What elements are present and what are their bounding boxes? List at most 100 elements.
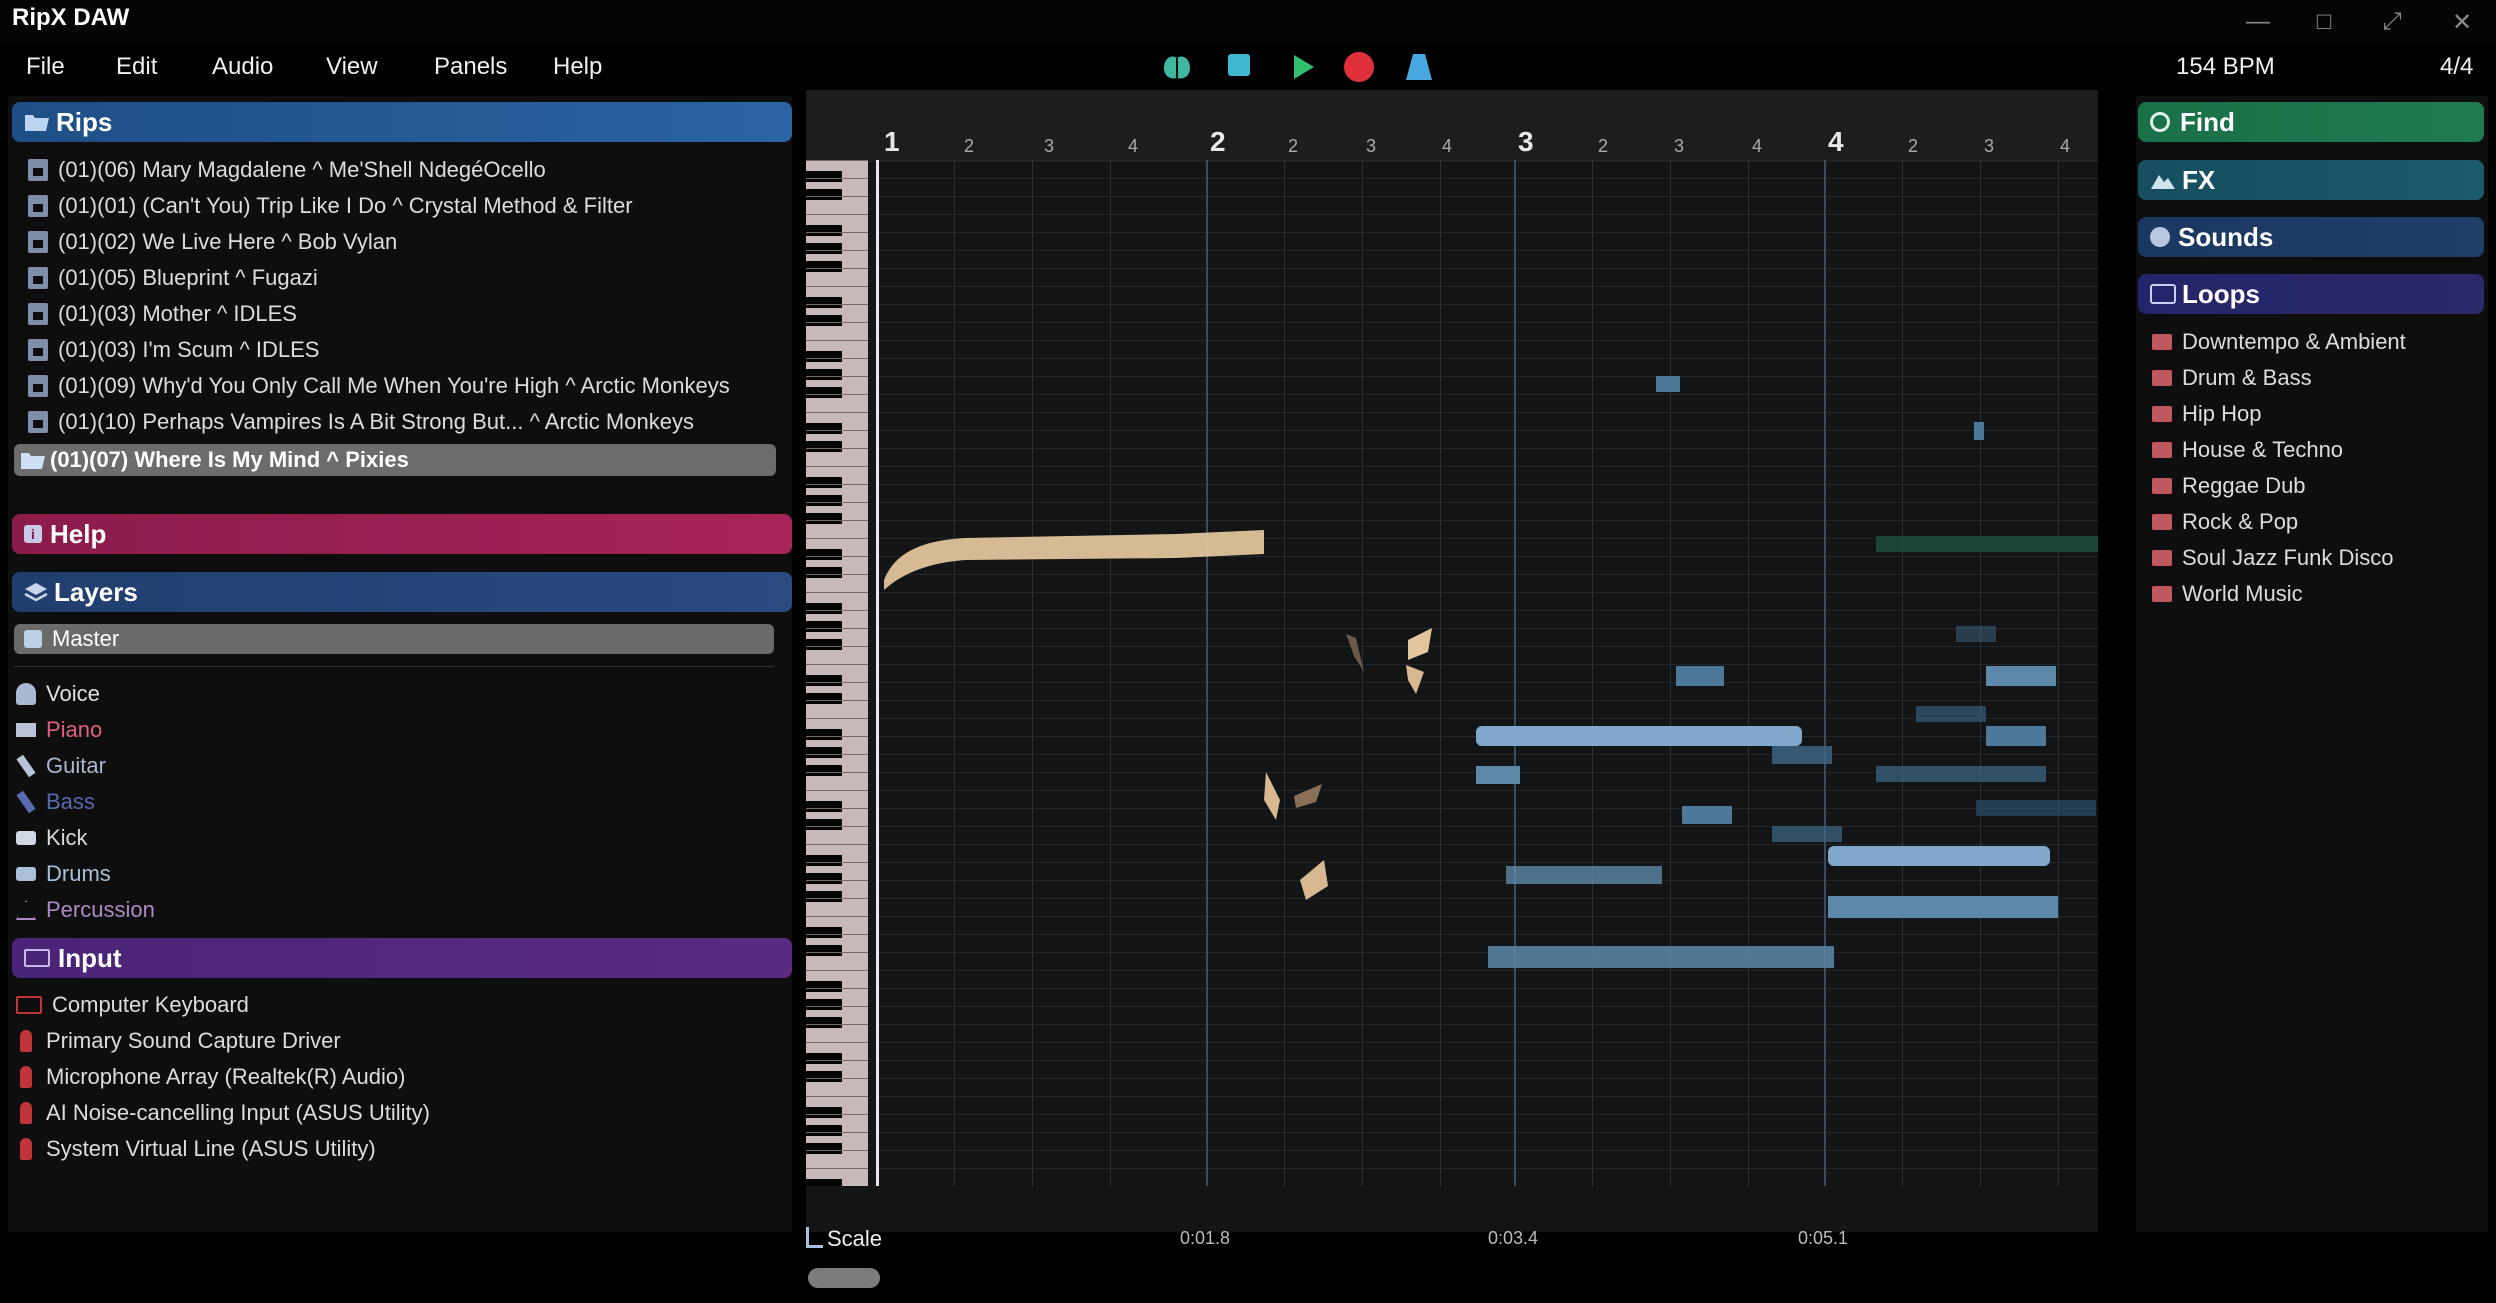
layers-title: Layers [54, 576, 138, 607]
black-key [806, 693, 842, 704]
folder-icon [2152, 550, 2172, 566]
loop-folder[interactable]: Downtempo & Ambient [2136, 324, 2486, 360]
divider [14, 666, 774, 667]
white-key-divider [806, 1114, 868, 1115]
layer-bass[interactable]: Bass [0, 784, 780, 820]
search-icon [2150, 112, 2170, 132]
menu-audio[interactable]: Audio [212, 53, 273, 81]
rip-item[interactable]: (01)(10) Perhaps Vampires Is A Bit Stron… [12, 404, 792, 440]
minimize-button[interactable]: — [2238, 8, 2278, 36]
pitch-row-line [876, 1132, 2098, 1133]
black-key [806, 171, 842, 182]
white-key-divider [806, 916, 868, 917]
loop-folder[interactable]: Drum & Bass [2136, 360, 2486, 396]
loops-header[interactable]: Loops [2138, 274, 2484, 314]
rip-brain-icon[interactable] [1160, 50, 1194, 84]
layers-header[interactable]: Layers [12, 572, 792, 612]
sounds-header[interactable]: Sounds [2138, 217, 2484, 257]
input-header[interactable]: Input [12, 938, 792, 978]
guitar-note [1772, 826, 1842, 842]
layer-percussion[interactable]: Percussion [0, 892, 780, 928]
metronome-icon[interactable] [1402, 50, 1436, 84]
white-key-divider [806, 898, 868, 899]
black-key [806, 927, 842, 938]
layer-voice[interactable]: Voice [0, 676, 780, 712]
scale-button[interactable]: Scale [806, 1226, 882, 1252]
help-header[interactable]: i Help [12, 514, 792, 554]
pitch-row-line [876, 970, 2098, 971]
beat-line [1032, 160, 1033, 1186]
rip-item[interactable]: (01)(09) Why'd You Only Call Me When You… [12, 368, 792, 404]
play-button[interactable] [1286, 50, 1320, 84]
kick-icon [16, 831, 36, 845]
pitch-row-line [876, 160, 2098, 161]
bar-number: 1 [884, 126, 900, 157]
loop-folder[interactable]: Reggae Dub [2136, 468, 2486, 504]
loop-folder[interactable]: Soul Jazz Funk Disco [2136, 540, 2486, 576]
beat-line [1670, 160, 1671, 1186]
stop-button[interactable] [1228, 54, 1250, 76]
palette-icon [2150, 227, 2170, 247]
black-key [806, 855, 842, 866]
loop-folder[interactable]: Hip Hop [2136, 396, 2486, 432]
bpm-display[interactable]: 154 BPM [2176, 53, 2275, 81]
pitch-row-line [876, 502, 2098, 503]
layer-piano[interactable]: Piano [0, 712, 780, 748]
menu-view[interactable]: View [326, 53, 378, 81]
input-item[interactable]: Computer Keyboard [0, 987, 780, 1023]
rip-item[interactable]: (01)(03) Mother ^ IDLES [12, 296, 792, 332]
beat-line [1362, 160, 1363, 1186]
rip-item[interactable]: (01)(02) We Live Here ^ Bob Vylan [12, 224, 792, 260]
close-button[interactable]: ✕ [2442, 8, 2482, 37]
fx-header[interactable]: FX [2138, 160, 2484, 200]
rip-item-selected[interactable]: (01)(07) Where Is My Mind ^ Pixies [14, 444, 776, 476]
maximize-button[interactable]: □ [2304, 8, 2344, 36]
white-key-divider [806, 466, 868, 467]
layer-kick[interactable]: Kick [0, 820, 780, 856]
menu-edit[interactable]: Edit [116, 53, 157, 81]
layer-drums[interactable]: Drums [0, 856, 780, 892]
pitch-row-line [876, 304, 2098, 305]
black-key [806, 1143, 842, 1154]
black-key [806, 297, 842, 308]
record-button[interactable] [1344, 52, 1374, 82]
beat-line [1110, 160, 1111, 1186]
note-grid[interactable] [876, 160, 2098, 1186]
rip-item[interactable]: (01)(03) I'm Scum ^ IDLES [12, 332, 792, 368]
input-item[interactable]: Primary Sound Capture Driver [0, 1023, 780, 1059]
loop-folder[interactable]: House & Techno [2136, 432, 2486, 468]
fullscreen-button[interactable]: ⤢ [2372, 8, 2412, 36]
piano-keyboard[interactable] [806, 160, 868, 1186]
menu-panels[interactable]: Panels [434, 53, 507, 81]
menu-help[interactable]: Help [553, 53, 602, 81]
rip-item[interactable]: (01)(01) (Can't You) Trip Like I Do ^ Cr… [12, 188, 792, 224]
horizontal-scrollbar[interactable] [808, 1268, 880, 1288]
master-layer[interactable]: Master [14, 624, 774, 654]
percussion-icon [16, 900, 36, 920]
voice-note [1300, 860, 1328, 900]
beat-number: 2 [1288, 136, 1299, 156]
time-signature[interactable]: 4/4 [2440, 53, 2473, 81]
input-item[interactable]: AI Noise-cancelling Input (ASUS Utility) [0, 1095, 780, 1131]
rip-item[interactable]: (01)(05) Blueprint ^ Fugazi [12, 260, 792, 296]
layer-guitar[interactable]: Guitar [0, 748, 780, 784]
guitar-note [1986, 666, 2056, 686]
bar-line [1824, 160, 1826, 1186]
find-header[interactable]: Find [2138, 102, 2484, 142]
rip-item[interactable]: (01)(06) Mary Magdalene ^ Me'Shell Ndegé… [12, 152, 792, 188]
pitch-row-line [876, 700, 2098, 701]
white-key-divider [806, 430, 868, 431]
notes-layer [884, 376, 2098, 968]
white-key-divider [806, 646, 868, 647]
voice-note [1408, 628, 1432, 660]
white-key-divider [806, 628, 868, 629]
loop-folder[interactable]: Rock & Pop [2136, 504, 2486, 540]
white-key-divider [806, 250, 868, 251]
rips-header[interactable]: Rips [12, 102, 792, 142]
loop-folder[interactable]: World Music [2136, 576, 2486, 612]
pitch-row-line [876, 520, 2098, 521]
input-item[interactable]: Microphone Array (Realtek(R) Audio) [0, 1059, 780, 1095]
input-item[interactable]: System Virtual Line (ASUS Utility) [0, 1131, 780, 1167]
pitch-row-line [876, 628, 2098, 629]
menu-file[interactable]: File [26, 53, 65, 81]
